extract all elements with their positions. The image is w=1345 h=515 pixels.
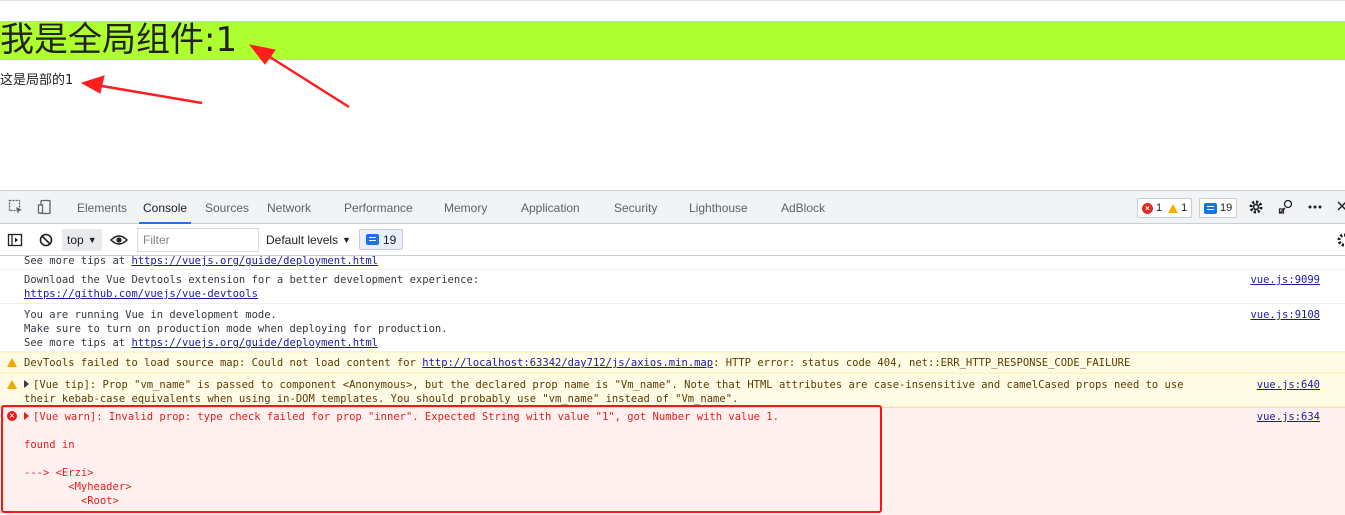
console-text: their kebab-case equivalents when using … — [24, 393, 739, 405]
console-text: ---> <Erzi> — [24, 467, 94, 479]
console-text: found in — [24, 439, 75, 451]
live-expression-eye-icon[interactable] — [110, 232, 128, 248]
source-link[interactable]: vue.js:640 — [1257, 378, 1320, 392]
log-levels-dropdown[interactable]: Default levels ▼ — [266, 229, 351, 251]
error-icon: × — [7, 411, 17, 421]
console-warning: DevTools failed to load source map: Coul… — [0, 352, 1345, 373]
warning-icon — [1168, 203, 1179, 213]
expand-arrow-icon[interactable] — [24, 380, 29, 388]
console-message: You are running Vue in development mode.… — [0, 304, 1345, 352]
console-text: DevTools failed to load source map: Coul… — [24, 357, 423, 369]
console-filter-input[interactable] — [137, 228, 259, 252]
inspect-element-icon[interactable] — [7, 199, 25, 215]
source-link[interactable]: vue.js:634 — [1257, 410, 1320, 424]
console-text: [Vue warn]: Invalid prop: type check fai… — [33, 411, 779, 423]
warning-count: 1 — [1181, 202, 1188, 214]
settings-gear-icon[interactable] — [1247, 199, 1265, 215]
close-devtools-icon[interactable] — [1333, 199, 1345, 215]
tab-console[interactable]: Console — [138, 191, 192, 224]
console-link[interactable]: https://github.com/vuejs/vue-devtools — [24, 288, 258, 300]
devtools-tab-bar: Elements Console Sources Network Perform… — [0, 191, 1345, 224]
message-icon — [366, 234, 379, 245]
chevron-down-icon: ▼ — [87, 235, 97, 245]
expand-arrow-icon[interactable] — [24, 412, 29, 420]
show-sidebar-icon[interactable] — [6, 232, 24, 248]
source-link[interactable]: vue.js:9099 — [1250, 273, 1320, 287]
device-toolbar-icon[interactable] — [36, 199, 54, 215]
error-icon: × — [1142, 202, 1153, 214]
console-toolbar: top ▼ Default levels ▼ 19 — [0, 224, 1345, 256]
console-text: <Root> — [24, 495, 119, 507]
console-text: : HTTP error: status code 404, net::ERR_… — [713, 357, 1131, 369]
global-component-text: 我是全局组件:1 — [0, 20, 238, 60]
source-link[interactable]: vue.js:9108 — [1250, 308, 1320, 322]
console-message-count: 19 — [383, 232, 397, 247]
tab-memory[interactable]: Memory — [444, 191, 487, 224]
console-text: Download the Vue Devtools extension for … — [24, 274, 480, 286]
console-text: See more tips at — [24, 256, 132, 267]
console-warning: [Vue tip]: Prop "vm_name" is passed to c… — [0, 373, 1345, 407]
chevron-down-icon: ▼ — [342, 235, 351, 245]
warning-icon — [7, 380, 17, 389]
annotation-arrow-local — [95, 83, 203, 105]
context-selector-label: top — [67, 233, 84, 247]
issues-counter[interactable]: 19 — [1199, 198, 1238, 218]
error-warning-counter[interactable]: × 1 1 — [1137, 198, 1193, 218]
console-link[interactable]: https://vuejs.org/guide/deployment.html — [131, 256, 378, 267]
page-viewport: 我是全局组件:1 这是局部的1 — [0, 0, 1345, 190]
more-options-icon[interactable] — [1306, 199, 1324, 215]
remote-devices-icon[interactable] — [1277, 199, 1295, 215]
console-message: See more tips at https://vuejs.org/guide… — [0, 256, 1345, 270]
console-text: See more tips at — [24, 337, 132, 349]
clear-console-icon[interactable] — [37, 232, 55, 248]
annotation-arrow-global — [261, 50, 350, 109]
console-error: × [Vue warn]: Invalid prop: type check f… — [0, 407, 1345, 515]
log-levels-label: Default levels — [266, 233, 339, 247]
annotation-arrowhead-local — [80, 75, 105, 94]
tab-security[interactable]: Security — [614, 191, 657, 224]
tab-elements[interactable]: Elements — [77, 191, 127, 224]
devtools-panel: Elements Console Sources Network Perform… — [0, 190, 1345, 515]
warning-icon — [7, 358, 17, 367]
tab-application[interactable]: Application — [521, 191, 580, 224]
console-text: Make sure to turn on production mode whe… — [24, 323, 448, 335]
tab-lighthouse[interactable]: Lighthouse — [689, 191, 748, 224]
local-component-text: 这是局部的1 — [0, 73, 74, 88]
tab-performance[interactable]: Performance — [344, 191, 413, 224]
console-link[interactable]: https://vuejs.org/guide/deployment.html — [131, 337, 378, 349]
issues-count: 19 — [1220, 202, 1233, 214]
console-message: Download the Vue Devtools extension for … — [0, 270, 1345, 304]
tab-network[interactable]: Network — [267, 191, 311, 224]
console-text: You are running Vue in development mode. — [24, 309, 277, 321]
context-selector[interactable]: top ▼ — [62, 229, 102, 251]
viewport-top-border — [0, 0, 1345, 1]
console-messages: See more tips at https://vuejs.org/guide… — [0, 256, 1345, 515]
console-link[interactable]: http://localhost:63342/day712/js/axios.m… — [422, 357, 713, 369]
console-message-count-button[interactable]: 19 — [359, 229, 404, 250]
console-text: <Myheader> — [24, 481, 132, 493]
tab-adblock[interactable]: AdBlock — [781, 191, 825, 224]
console-settings-gear-icon[interactable] — [1335, 232, 1345, 248]
message-icon — [1204, 202, 1217, 214]
error-count: 1 — [1156, 202, 1163, 214]
tab-sources[interactable]: Sources — [205, 191, 249, 224]
console-text: [Vue tip]: Prop "vm_name" is passed to c… — [33, 379, 1184, 391]
